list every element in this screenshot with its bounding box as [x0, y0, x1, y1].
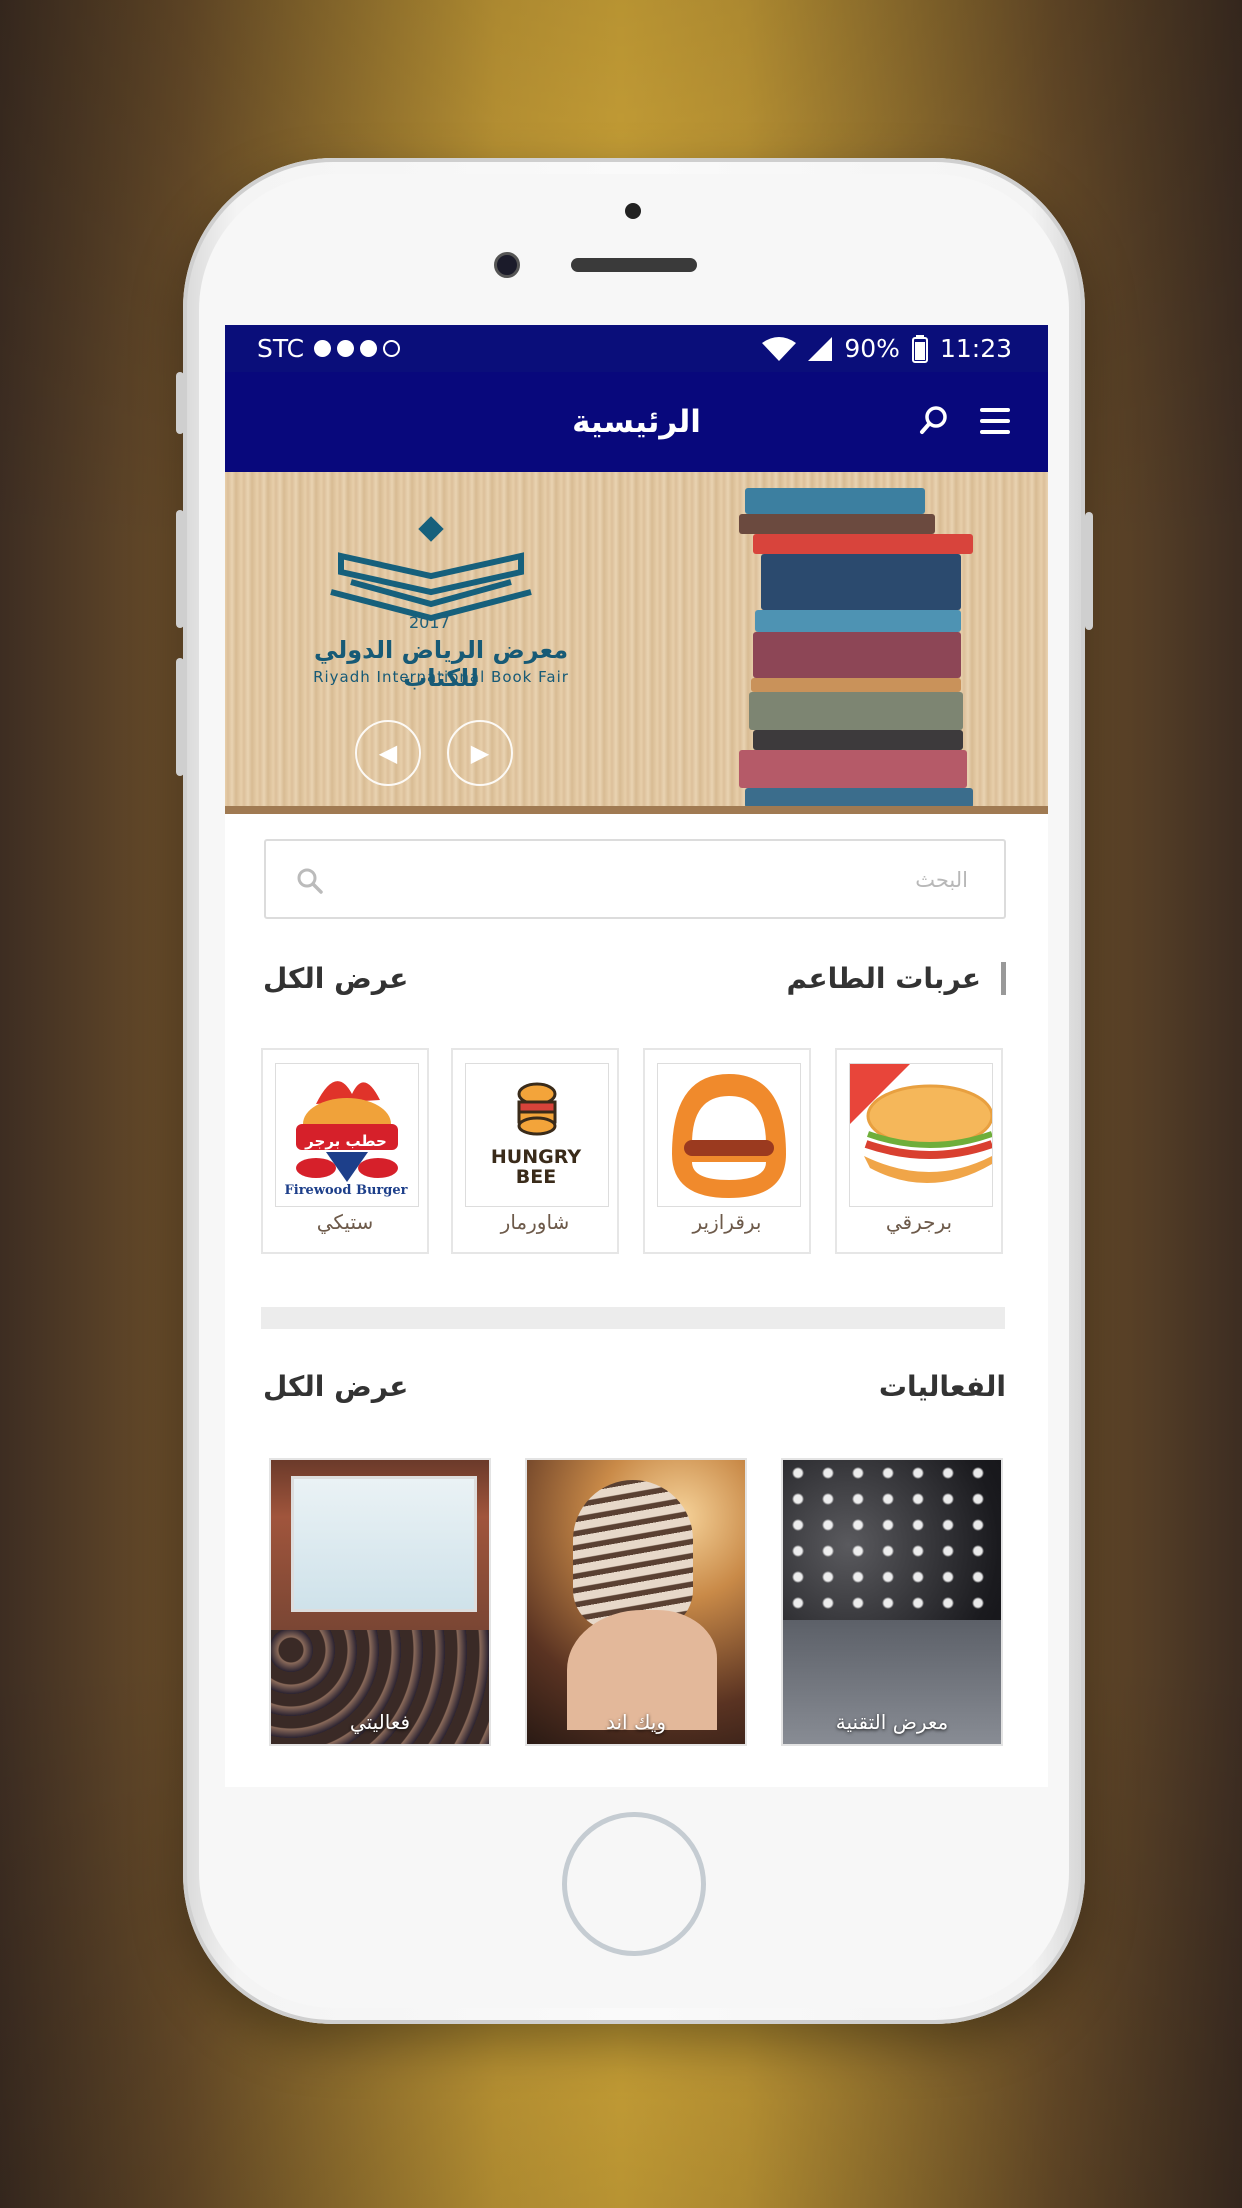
events-header: الفعاليات عرض الكل [263, 1370, 1006, 1420]
battery-percent: 90% [844, 334, 900, 363]
food-trucks-header: عربات الطاعم عرض الكل [263, 962, 1006, 1012]
home-button[interactable] [562, 1812, 706, 1956]
carrier-name: STC [257, 334, 305, 363]
event-name: معرض التقنية [835, 1710, 949, 1734]
food-truck-name: برجرقي [885, 1210, 953, 1234]
hungry-bee-text-2: BEE [515, 1166, 557, 1188]
event-name: ويك اند [605, 1710, 667, 1734]
hungry-bee-text-1: HUNGRY [490, 1146, 582, 1168]
arrow-right-icon: ▶ [470, 739, 490, 767]
signal-dots [314, 340, 401, 357]
food-truck-name: شاورمار [500, 1210, 570, 1234]
firewood-burger-arabic: حطب برجر [305, 1132, 387, 1150]
volume-up-button [176, 510, 184, 628]
food-truck-card[interactable]: HUNGRY BEE شاورمار [451, 1048, 619, 1254]
search-input[interactable]: البحث [264, 839, 1006, 919]
earpiece-speaker [571, 258, 697, 272]
food-truck-card[interactable]: برجرقي [835, 1048, 1003, 1254]
events-list: فعاليتي ويك اند معرض التقنية [269, 1458, 1009, 1748]
volume-down-button [176, 658, 184, 776]
book-fair-logo: 2017 معرض الرياض الدولي للكتاب Riyadh In… [311, 516, 571, 696]
search-placeholder: البحث [915, 868, 968, 892]
banner-slider[interactable]: 2017 معرض الرياض الدولي للكتاب Riyadh In… [225, 472, 1048, 814]
banner-prev-button[interactable]: ◀ [355, 720, 421, 786]
arrow-left-icon: ◀ [378, 739, 398, 767]
food-trucks-title: عربات الطاعم [787, 962, 1006, 995]
clock: 11:23 [939, 334, 1012, 363]
fair-year: 2017 [409, 613, 450, 632]
food-truck-name: برقرازير [692, 1210, 762, 1234]
event-name: فعاليتي [349, 1710, 411, 1734]
microphone-image [573, 1480, 693, 1630]
wifi-icon [762, 336, 797, 361]
hamburger-icon[interactable] [980, 408, 1010, 434]
proximity-sensor [625, 203, 641, 219]
power-button [1085, 512, 1093, 630]
burgerazer-logo [657, 1063, 801, 1207]
events-view-all[interactable]: عرض الكل [263, 1370, 408, 1403]
food-trucks-list: حطب برجر Firewood Burger ستيكي HUNGRY BE… [261, 1048, 1011, 1256]
fair-name-english: Riyadh International Book Fair [313, 668, 569, 686]
search-field-icon [296, 867, 324, 899]
food-truck-name: ستيكي [316, 1210, 374, 1234]
events-title: الفعاليات [878, 1370, 1006, 1403]
book-icon [330, 516, 532, 622]
battery-icon [911, 334, 928, 363]
event-card[interactable]: فعاليتي [269, 1458, 491, 1746]
shelf-edge [225, 806, 1048, 814]
mute-switch [176, 372, 184, 434]
burgerqi-logo [849, 1063, 993, 1207]
app-screen: STC 90% 11:23 الرئيسية 2017 معرض الرياض … [225, 325, 1048, 1787]
front-camera [494, 252, 520, 278]
cellular-icon [808, 336, 833, 361]
section-divider [261, 1307, 1005, 1329]
presentation-screen-image [291, 1476, 477, 1612]
firewood-burger-english: Firewood Burger [284, 1183, 408, 1198]
app-header: الرئيسية [225, 372, 1048, 472]
status-bar: STC 90% 11:23 [225, 325, 1048, 372]
event-card[interactable]: ويك اند [525, 1458, 747, 1746]
food-truck-card[interactable]: برقرازير [643, 1048, 811, 1254]
food-truck-card[interactable]: حطب برجر Firewood Burger ستيكي [261, 1048, 429, 1254]
exhibition-lights-image [783, 1460, 1001, 1610]
search-icon[interactable] [919, 405, 949, 439]
banner-next-button[interactable]: ▶ [447, 720, 513, 786]
event-card[interactable]: معرض التقنية [781, 1458, 1003, 1746]
food-trucks-view-all[interactable]: عرض الكل [263, 962, 408, 995]
